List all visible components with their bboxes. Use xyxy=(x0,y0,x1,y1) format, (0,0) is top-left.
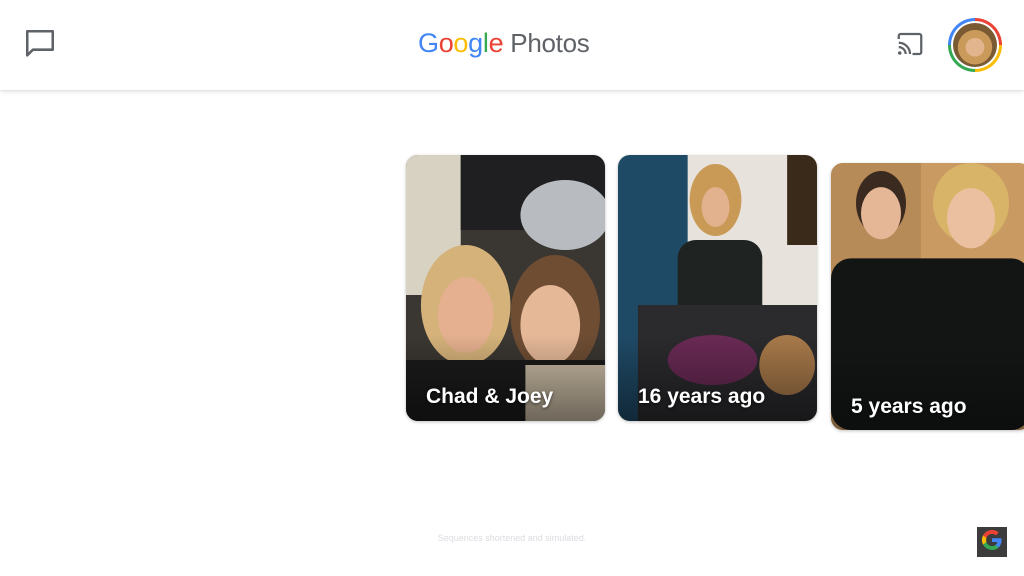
logo-letter: e xyxy=(488,28,504,58)
google-g-icon xyxy=(980,528,1004,557)
google-photos-logo: G o o g l e Photos xyxy=(418,28,590,62)
logo-letter: G xyxy=(418,28,439,58)
feedback-button[interactable] xyxy=(18,26,62,66)
memory-title: 5 years ago xyxy=(851,395,967,418)
memory-photo xyxy=(406,155,605,421)
google-badge xyxy=(977,527,1007,557)
product-name: Photos xyxy=(510,28,590,58)
cast-button[interactable] xyxy=(888,26,932,66)
account-avatar-button[interactable] xyxy=(948,18,1002,72)
memory-card[interactable]: Chad & Joey xyxy=(406,155,605,421)
logo-letter: o xyxy=(453,28,469,58)
cast-icon xyxy=(893,29,927,64)
simulation-disclaimer: Sequences shortened and simulated. xyxy=(437,533,587,543)
message-square-icon xyxy=(23,27,57,66)
app-header: G o o g l e Photos xyxy=(0,0,1024,90)
avatar-frame xyxy=(951,21,999,69)
logo-letter: o xyxy=(438,28,454,58)
memory-title: Chad & Joey xyxy=(426,385,554,408)
logo-letter: g xyxy=(468,28,483,58)
avatar xyxy=(953,23,997,67)
memory-photo xyxy=(831,163,1024,430)
memory-card[interactable]: 5 years ago xyxy=(831,163,1024,430)
memory-photo xyxy=(618,155,817,421)
avatar-ring xyxy=(948,18,1002,72)
memory-title: 16 years ago xyxy=(638,385,766,408)
memory-card[interactable]: 16 years ago xyxy=(618,155,817,421)
